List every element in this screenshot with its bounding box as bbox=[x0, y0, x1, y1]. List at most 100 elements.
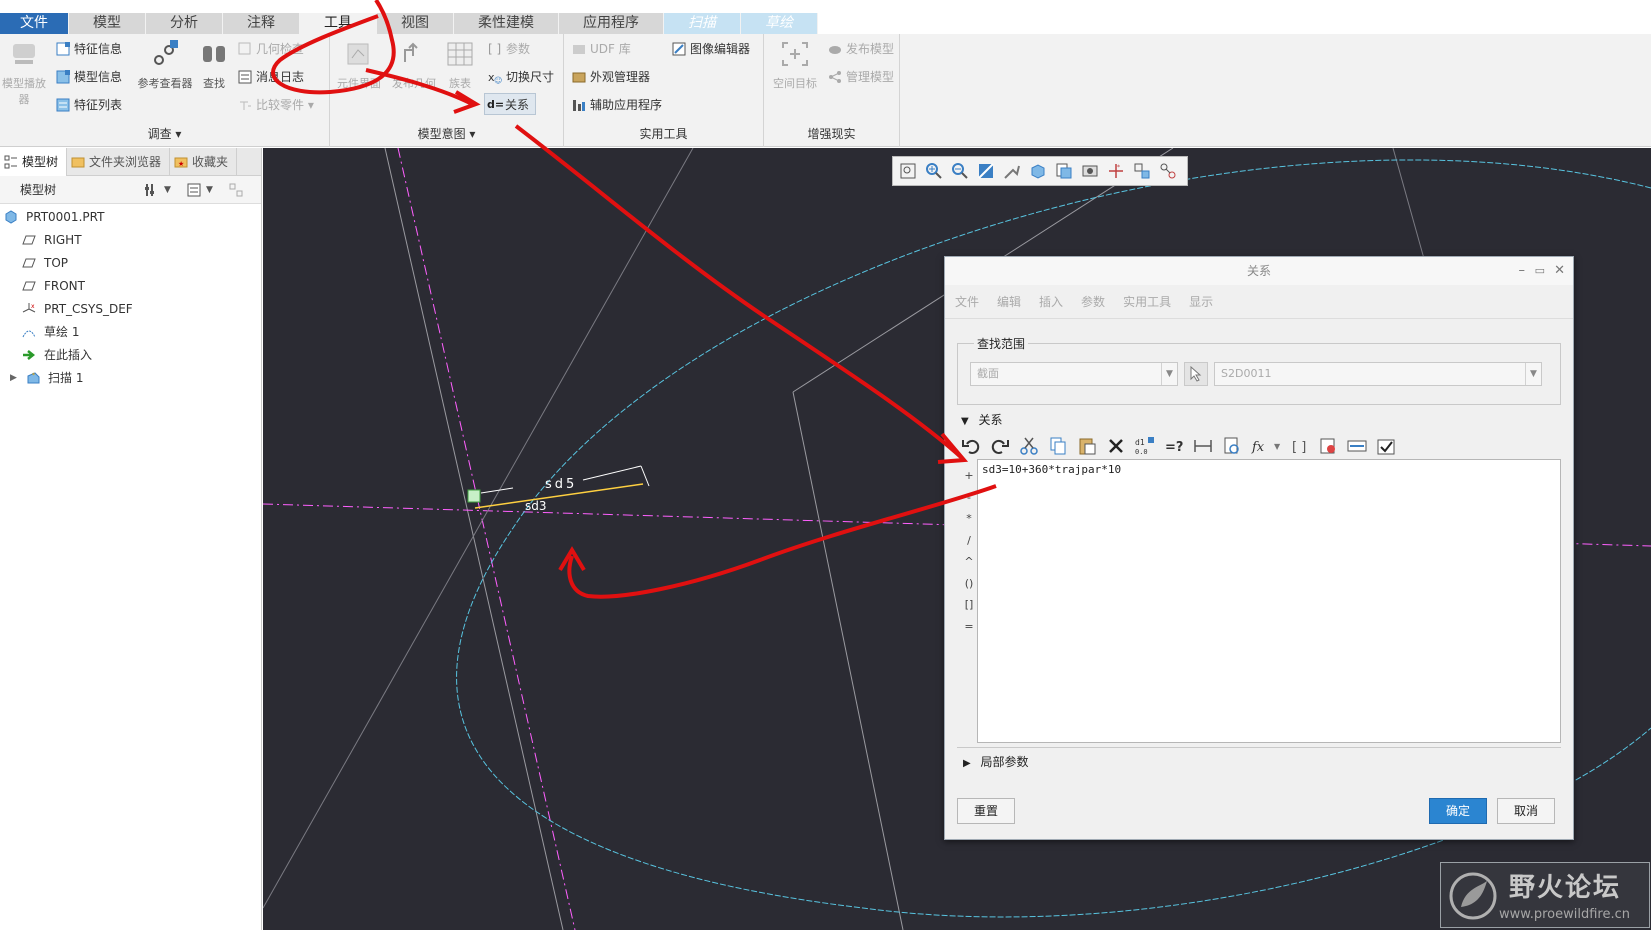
tree-item-sweep[interactable]: ▶ * 扫描 1 bbox=[8, 367, 83, 389]
close-icon[interactable]: ✕ bbox=[1554, 257, 1565, 285]
tab-sketch[interactable]: 草绘 bbox=[741, 13, 818, 34]
paste-icon[interactable] bbox=[1077, 436, 1097, 456]
switch-dimensions-button[interactable]: x ☺ 切换尺寸 bbox=[486, 66, 554, 88]
delete-icon[interactable] bbox=[1106, 436, 1126, 456]
operator-divide[interactable]: / bbox=[959, 530, 979, 552]
tab-view[interactable]: 视图 bbox=[377, 13, 454, 34]
tab-file[interactable]: 文件 bbox=[0, 13, 69, 34]
group-label-investigate[interactable]: 调查 ▾ bbox=[0, 125, 329, 142]
menu-edit[interactable]: 编辑 bbox=[997, 293, 1021, 310]
compare-part-button[interactable]: 比较零件 ▾ bbox=[236, 94, 314, 116]
tab-model-tree[interactable]: 模型树 bbox=[0, 148, 68, 176]
display-style-icon[interactable] bbox=[1003, 162, 1021, 180]
manage-model-button[interactable]: 管理模型 bbox=[826, 66, 894, 88]
saved-orientations-icon[interactable] bbox=[1029, 162, 1047, 180]
relations-section-header[interactable]: ▼ 关系 bbox=[961, 411, 1003, 428]
dimension-label-sd5[interactable]: sd5 bbox=[545, 477, 577, 492]
tree-filter-icon[interactable] bbox=[228, 182, 244, 198]
tree-item-csys[interactable]: x PRT_CSYS_DEF bbox=[22, 298, 133, 320]
view-manager-icon[interactable] bbox=[1055, 162, 1073, 180]
operator-brackets[interactable]: [] bbox=[959, 594, 979, 616]
refit-icon[interactable] bbox=[899, 162, 917, 180]
geometry-check-button[interactable]: 几何检查 bbox=[236, 38, 304, 60]
tree-item-top-plane[interactable]: TOP bbox=[22, 252, 68, 274]
feature-info-button[interactable]: 特征信息 bbox=[54, 38, 122, 60]
publish-model-button[interactable]: 发布模型 bbox=[826, 38, 894, 60]
expand-arrow-icon[interactable]: ▶ bbox=[10, 367, 17, 389]
verify-icon[interactable] bbox=[1376, 436, 1396, 456]
menu-utilities[interactable]: 实用工具 bbox=[1123, 293, 1171, 310]
local-parameters-section-header[interactable]: ▶ 局部参数 bbox=[963, 753, 1029, 770]
tab-applications[interactable]: 应用程序 bbox=[559, 13, 664, 34]
tab-tools[interactable]: 工具 bbox=[300, 13, 377, 34]
insert-dimension-icon[interactable] bbox=[1193, 436, 1213, 456]
maximize-icon[interactable]: ▭ bbox=[1535, 257, 1545, 285]
ok-button[interactable]: 确定 bbox=[1429, 798, 1487, 824]
insert-function-icon[interactable]: fx bbox=[1251, 436, 1271, 456]
tab-folder-browser[interactable]: 文件夹浏览器 bbox=[67, 148, 171, 176]
repaint-icon[interactable] bbox=[977, 162, 995, 180]
family-table-button[interactable]: 族表 bbox=[440, 40, 480, 91]
parameters-button[interactable]: [ ] 参数 bbox=[486, 38, 530, 60]
tree-item-sketch[interactable]: 草绘 1 bbox=[22, 321, 79, 343]
minimize-icon[interactable]: – bbox=[1519, 257, 1526, 285]
menu-parameters[interactable]: 参数 bbox=[1081, 293, 1105, 310]
sort-relations-icon[interactable]: d10.0 bbox=[1135, 436, 1155, 456]
image-editor-button[interactable]: 图像编辑器 bbox=[670, 38, 750, 60]
cancel-button[interactable]: 取消 bbox=[1497, 798, 1555, 824]
space-target-button[interactable]: 空间目标 bbox=[764, 40, 826, 91]
menu-file[interactable]: 文件 bbox=[955, 293, 979, 310]
dimension-label-sd3[interactable]: sd3 bbox=[525, 499, 547, 513]
redo-icon[interactable] bbox=[990, 436, 1010, 456]
zoom-in-icon[interactable] bbox=[925, 162, 943, 180]
insert-parameter-icon[interactable]: [ ] bbox=[1289, 436, 1309, 456]
find-button[interactable]: 查找 bbox=[196, 40, 232, 91]
operator-power[interactable]: ^ bbox=[959, 551, 979, 573]
tree-settings-icon[interactable] bbox=[144, 182, 160, 198]
relations-button[interactable]: d= 关系 bbox=[484, 93, 537, 115]
appearance-manager-button[interactable]: 外观管理器 bbox=[570, 66, 650, 88]
auxiliary-applications-button[interactable]: 辅助应用程序 bbox=[570, 94, 662, 116]
evaluate-expression-icon[interactable]: =? bbox=[1164, 436, 1184, 456]
relations-editor[interactable]: sd3=10+360*trajpar*10 bbox=[977, 459, 1561, 743]
cut-icon[interactable] bbox=[1019, 436, 1039, 456]
tree-item-insert-here[interactable]: 在此插入 bbox=[22, 344, 92, 366]
menu-show[interactable]: 显示 bbox=[1189, 293, 1213, 310]
component-interface-button[interactable]: 元件界面 bbox=[332, 40, 386, 91]
tab-analysis[interactable]: 分析 bbox=[146, 13, 223, 34]
unit-sensitive-icon[interactable] bbox=[1318, 436, 1338, 456]
scope-type-select[interactable]: 截面 ▼ bbox=[970, 362, 1178, 386]
tab-annotate[interactable]: 注释 bbox=[223, 13, 300, 34]
group-label-model-intent[interactable]: 模型意图 ▾ bbox=[330, 125, 563, 142]
verify-relations-icon[interactable] bbox=[1222, 436, 1242, 456]
publish-geometry-button[interactable]: 发布几何 bbox=[388, 40, 440, 91]
operator-equals[interactable]: = bbox=[959, 616, 979, 638]
operator-multiply[interactable]: * bbox=[959, 508, 979, 530]
tab-model[interactable]: 模型 bbox=[69, 13, 146, 34]
undo-icon[interactable] bbox=[961, 436, 981, 456]
tab-flexible-modeling[interactable]: 柔性建模 bbox=[454, 13, 559, 34]
annotation-display-icon[interactable] bbox=[1133, 162, 1151, 180]
zoom-out-icon[interactable] bbox=[951, 162, 969, 180]
tree-item-part[interactable]: PRT0001.PRT bbox=[4, 206, 104, 228]
tree-item-front-plane[interactable]: FRONT bbox=[22, 275, 85, 297]
udf-library-button[interactable]: UDF 库 bbox=[570, 38, 631, 60]
operator-parentheses[interactable]: () bbox=[959, 573, 979, 595]
message-log-button[interactable]: 消息日志 bbox=[236, 66, 304, 88]
datum-display-icon[interactable]: * bbox=[1107, 162, 1125, 180]
menu-insert[interactable]: 插入 bbox=[1039, 293, 1063, 310]
perspective-view-icon[interactable] bbox=[1081, 162, 1099, 180]
show-options-dropdown-icon[interactable]: ▼ bbox=[206, 176, 213, 204]
reset-button[interactable]: 重置 bbox=[957, 798, 1015, 824]
tree-settings-dropdown-icon[interactable]: ▼ bbox=[164, 176, 171, 204]
reference-viewer-button[interactable]: 参考查看器 bbox=[136, 40, 194, 91]
scope-object-select[interactable]: S2D0011 ▼ bbox=[1214, 362, 1542, 386]
model-info-button[interactable]: 模型信息 bbox=[54, 66, 122, 88]
spin-center-icon[interactable] bbox=[1159, 162, 1177, 180]
select-object-button[interactable] bbox=[1184, 362, 1208, 386]
feature-list-button[interactable]: 特征列表 bbox=[54, 94, 122, 116]
tab-sweep[interactable]: 扫描 bbox=[664, 13, 741, 34]
show-options-icon[interactable] bbox=[186, 182, 202, 198]
model-player-button[interactable]: 模型播放器 bbox=[0, 40, 48, 107]
tab-favorites[interactable]: ★ 收藏夹 bbox=[170, 148, 238, 176]
